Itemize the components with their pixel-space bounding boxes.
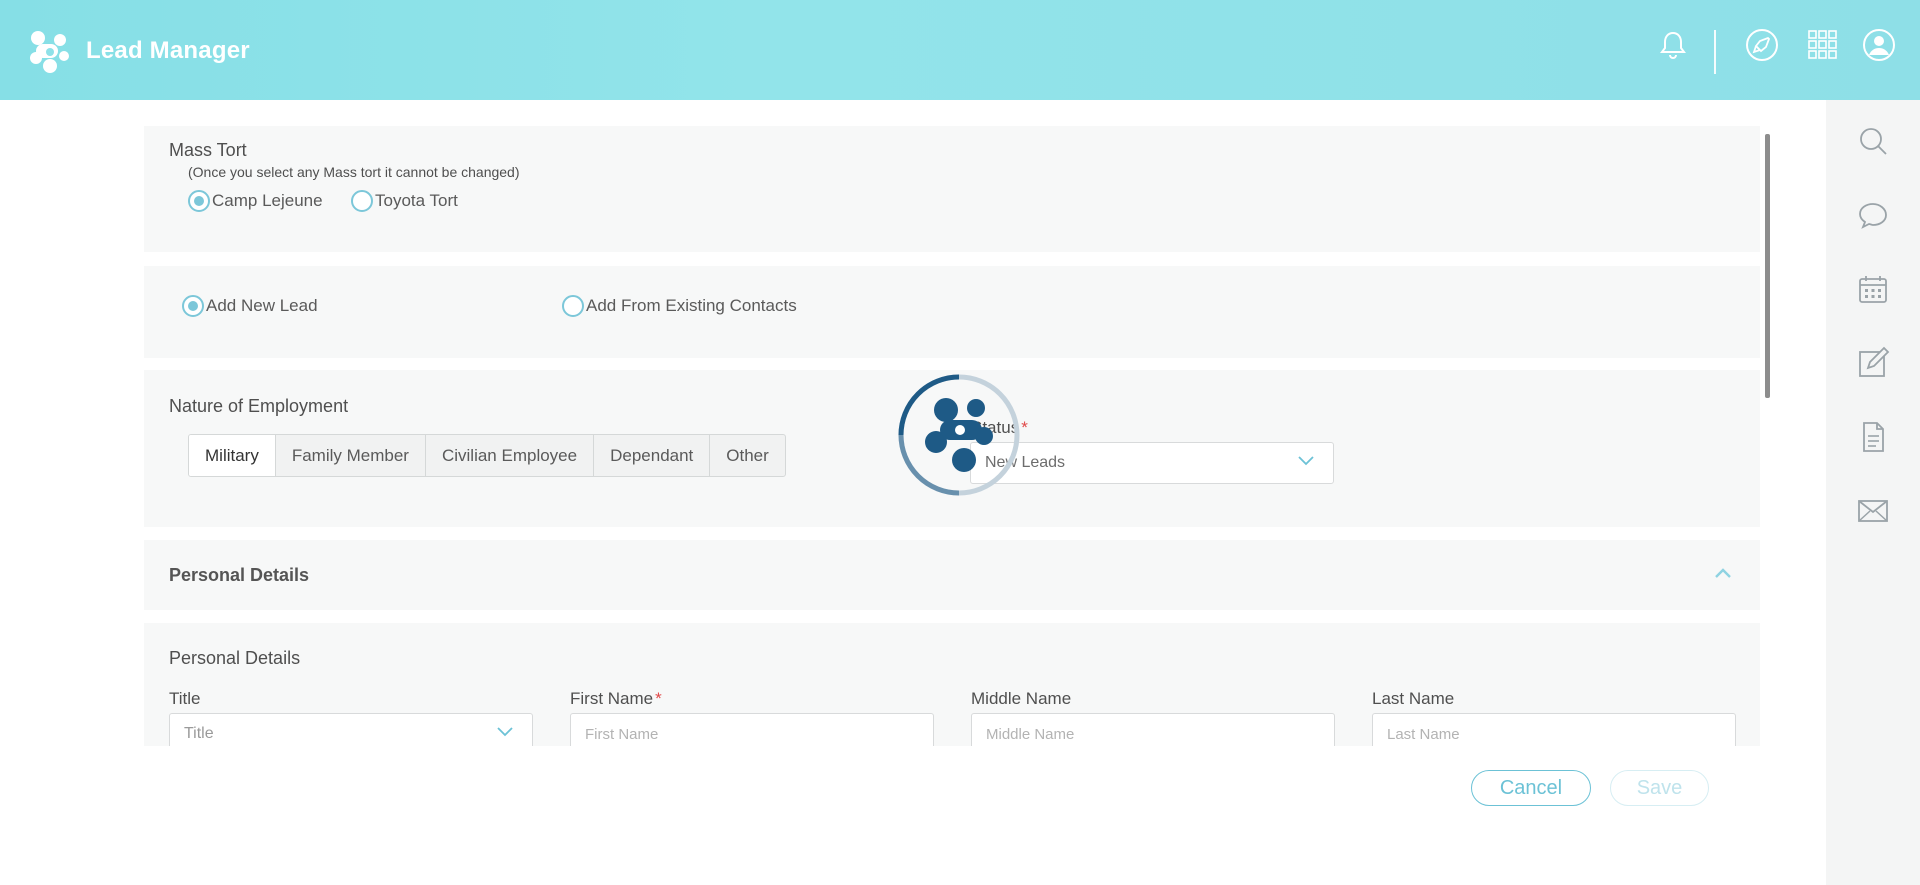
personal-details-accordion-header[interactable]: Personal Details	[144, 540, 1760, 610]
add-new-lead-option[interactable]: Add New Lead	[182, 295, 318, 317]
title-select[interactable]: Title	[169, 713, 533, 746]
brand[interactable]: Lead Manager	[24, 26, 250, 76]
employment-option-civilian-employee[interactable]: Civilian Employee	[426, 435, 595, 476]
apps-grid-icon[interactable]	[1806, 28, 1840, 62]
last-name-input[interactable]: Last Name	[1372, 713, 1736, 746]
add-from-existing-contacts-option[interactable]: Add From Existing Contacts	[562, 295, 797, 317]
calendar-icon[interactable]	[1856, 272, 1890, 306]
middle-name-label: Middle Name	[971, 689, 1072, 708]
last-name-label: Last Name	[1372, 689, 1455, 708]
employment-option-family-member[interactable]: Family Member	[276, 435, 426, 476]
edit-icon[interactable]	[1856, 346, 1890, 380]
radio-checked-icon[interactable]	[188, 190, 210, 212]
last-name-placeholder: Last Name	[1387, 725, 1460, 743]
add-new-lead-label: Add New Lead	[206, 296, 318, 315]
title-select-placeholder: Title	[184, 725, 214, 742]
first-name-placeholder: First Name	[585, 725, 659, 743]
middle-name-placeholder: Middle Name	[986, 725, 1075, 743]
personal-details-accordion-title: Personal Details	[169, 565, 310, 585]
header-divider	[1714, 30, 1716, 74]
first-name-label-text: First Name	[570, 689, 654, 708]
employment-option-military[interactable]: Military	[189, 435, 276, 476]
chat-icon[interactable]	[1856, 198, 1890, 232]
middle-name-input[interactable]: Middle Name	[971, 713, 1335, 746]
personal-details-panel: Personal Details Title Title First Name *…	[144, 623, 1760, 746]
mass-tort-note: (Once you select any Mass tort it cannot…	[188, 164, 520, 180]
rocket-icon[interactable]	[1745, 28, 1779, 62]
required-marker: *	[655, 689, 662, 708]
search-icon[interactable]	[1856, 124, 1890, 158]
lead-manager-logo-icon	[30, 31, 69, 73]
document-icon[interactable]	[1856, 420, 1890, 454]
app-title: Lead Manager	[86, 37, 250, 64]
employment-title: Nature of Employment	[169, 396, 349, 416]
save-button[interactable]: Save	[1610, 770, 1709, 806]
vertical-scrollbar[interactable]	[1765, 134, 1770, 398]
status-select[interactable]: New Leads	[970, 442, 1334, 484]
app-header: Lead Manager	[0, 0, 1920, 100]
mass-tort-option-label: Camp Lejeune	[212, 191, 323, 210]
mass-tort-option-camp-lejeune[interactable]: Camp Lejeune	[188, 190, 323, 212]
bell-icon[interactable]	[1656, 28, 1690, 62]
employment-option-other[interactable]: Other	[710, 435, 785, 476]
title-field-label: Title	[169, 689, 201, 708]
mass-tort-option-label: Toyota Tort	[375, 191, 458, 210]
cancel-button[interactable]: Cancel	[1471, 770, 1591, 806]
first-name-input[interactable]: First Name	[570, 713, 934, 746]
mass-tort-panel: Mass Tort (Once you select any Mass tort…	[144, 126, 1760, 252]
mass-tort-title: Mass Tort	[169, 140, 247, 160]
required-marker: *	[1021, 418, 1028, 437]
radio-unchecked-icon[interactable]	[562, 295, 584, 317]
right-sidebar	[1826, 100, 1920, 885]
loading-spinner-icon	[898, 374, 1020, 496]
employment-option-dependant[interactable]: Dependant	[594, 435, 711, 476]
employment-segmented-control[interactable]: Military Family Member Civilian Employee…	[188, 434, 786, 477]
mail-icon[interactable]	[1856, 494, 1890, 528]
mass-tort-option-toyota-tort[interactable]: Toyota Tort	[351, 190, 458, 212]
chevron-down-icon	[497, 727, 513, 737]
radio-unchecked-icon[interactable]	[351, 190, 373, 212]
add-from-existing-contacts-label: Add From Existing Contacts	[586, 296, 797, 315]
lead-source-panel: Add New Lead Add From Existing Contacts	[144, 266, 1760, 358]
first-name-label: First Name *	[570, 689, 662, 709]
chevron-up-icon[interactable]	[1714, 567, 1732, 579]
personal-details-title: Personal Details	[169, 648, 301, 668]
chevron-down-icon	[1298, 456, 1314, 466]
user-avatar-icon[interactable]	[1862, 28, 1896, 62]
radio-checked-icon[interactable]	[182, 295, 204, 317]
